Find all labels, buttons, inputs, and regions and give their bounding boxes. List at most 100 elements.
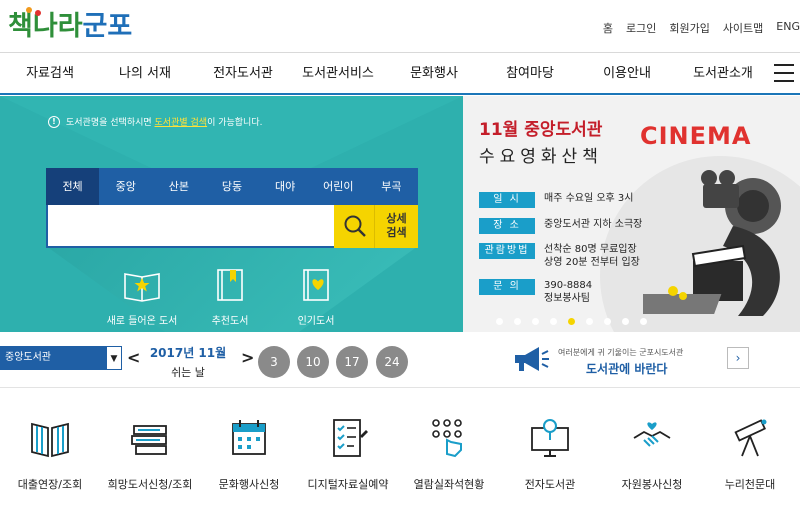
calendar-icon — [232, 420, 266, 455]
nav-item-usage-guide[interactable]: 이용안내 — [577, 53, 677, 94]
banner-dot[interactable] — [622, 318, 629, 325]
banner-info-label: 문 의 — [479, 279, 535, 295]
quick-link-label: 추천도서 — [211, 316, 249, 327]
nav-item-search[interactable]: 자료검색 — [0, 53, 100, 94]
service-digital-reservation[interactable]: 디지털자료실예약 — [300, 416, 396, 492]
search-input[interactable] — [46, 205, 336, 248]
logo-char: 책 — [8, 11, 33, 42]
film-reel-illustration-icon — [643, 170, 781, 316]
join-link[interactable]: 회원가입 — [669, 20, 709, 36]
tab-bugok[interactable]: 부곡 — [365, 168, 418, 205]
book-bookmark-icon — [217, 269, 243, 301]
logo-dot-icon — [26, 7, 32, 13]
info-icon: ! — [48, 115, 60, 128]
logo-dot-icon — [35, 10, 41, 16]
search-notice: ! 도서관명을 선택하시면 도서관별 검색이 가능합니다. — [48, 115, 262, 128]
tab-central[interactable]: 중앙 — [99, 168, 152, 205]
banner-dot[interactable] — [514, 318, 521, 325]
banner-info-label: 일 시 — [479, 192, 535, 208]
books-open-icon — [31, 422, 69, 458]
banner-dot[interactable] — [640, 318, 647, 325]
search-icon — [344, 215, 366, 237]
quick-link-label: 인기도서 — [297, 316, 335, 327]
search-button[interactable] — [334, 205, 374, 248]
service-label: 전자도서관 — [524, 478, 576, 491]
service-loan-extend[interactable]: 대출연장/조회 — [2, 416, 98, 492]
banner-subtitle: 수요영화산책 — [479, 147, 603, 167]
site-logo[interactable]: 책 나 라 군 포 — [8, 7, 132, 45]
service-label: 누리천문대 — [724, 478, 776, 491]
notice-text-post: 이 가능합니다. — [207, 118, 263, 128]
service-label: 대출연장/조회 — [17, 478, 83, 491]
tab-daeya[interactable]: 대야 — [259, 168, 312, 205]
quick-link-recommended[interactable]: 추천도서 — [190, 268, 270, 327]
menu-hamburger-icon[interactable] — [774, 64, 794, 82]
banner-dot-active[interactable] — [568, 318, 575, 325]
home-link[interactable]: 홈 — [603, 20, 613, 36]
chevron-right-button[interactable]: › — [727, 347, 749, 369]
closed-label: 쉬는 날 — [171, 366, 205, 379]
service-volunteer[interactable]: 자원봉사신청 — [604, 416, 700, 492]
nav-item-my-library[interactable]: 나의 서재 — [95, 53, 195, 94]
search-library-tabs: 전체 중앙 산본 당동 대야 어린이 부곡 — [46, 168, 418, 205]
next-month-button[interactable]: > — [241, 348, 254, 367]
top-header: 책 나 라 군 포 홈 로그인 회원가입 사이트맵 ENG — [0, 0, 800, 52]
closed-days-strip: 중앙도서관 ▼ < 2017년 11월 쉬는 날 > 3 10 17 24 여러… — [0, 332, 800, 388]
chevron-down-icon: ▼ — [106, 346, 122, 370]
nav-item-participation[interactable]: 참여마당 — [480, 53, 580, 94]
banner-info-row: 관람방법 선착순 80명 무료입장 상영 20분 전부터 입장 — [479, 243, 640, 269]
checklist-icon — [333, 419, 368, 457]
banner-title: 11월 중앙도서관 — [479, 115, 602, 140]
library-select[interactable]: 중앙도서관 ▼ — [0, 346, 122, 370]
quick-link-new-books[interactable]: 새로 들어온 도서 — [102, 268, 182, 327]
open-book-icon — [124, 273, 160, 302]
closed-day-badge: 10 — [297, 346, 329, 378]
quick-link-popular[interactable]: 인기도서 — [276, 268, 356, 327]
nav-item-cultural-events[interactable]: 문화행사 — [384, 53, 484, 94]
voice-link[interactable]: 도서관에 바란다 — [586, 360, 667, 377]
banner-info-row: 장 소 중앙도서관 지하 소극장 — [479, 218, 642, 234]
library-select-value: 중앙도서관 — [5, 352, 51, 363]
handshake-icon — [633, 422, 671, 447]
logo-char: 포 — [107, 11, 133, 42]
telescope-icon — [734, 419, 767, 457]
tab-dangdong[interactable]: 당동 — [205, 168, 258, 205]
service-ebook-library[interactable]: 전자도서관 — [502, 416, 598, 492]
main-nav: 자료검색 나의 서재 전자도서관 도서관서비스 문화행사 참여마당 이용안내 도… — [0, 52, 800, 95]
banner-dot[interactable] — [550, 318, 557, 325]
nav-item-library-intro[interactable]: 도서관소개 — [673, 53, 773, 94]
tab-sanbon[interactable]: 산본 — [152, 168, 205, 205]
service-culture-apply[interactable]: 문화행사신청 — [201, 416, 297, 492]
service-label: 희망도서신청/조회 — [107, 478, 193, 491]
library-search-link[interactable]: 도서관별 검색 — [155, 118, 208, 128]
service-wish-book[interactable]: 희망도서신청/조회 — [102, 416, 198, 492]
sitemap-link[interactable]: 사이트맵 — [723, 20, 763, 36]
banner-info-label: 장 소 — [479, 218, 535, 234]
nav-item-digital-library[interactable]: 전자도서관 — [193, 53, 293, 94]
advanced-search-button[interactable]: 상세 검색 — [374, 205, 418, 248]
prev-month-button[interactable]: < — [127, 348, 140, 367]
megaphone-icon — [515, 347, 549, 371]
service-label: 디지털자료실예약 — [307, 478, 389, 491]
banner-info-label: 관람방법 — [479, 243, 535, 259]
banner-dot[interactable] — [532, 318, 539, 325]
login-link[interactable]: 로그인 — [626, 20, 656, 36]
event-banner[interactable]: 11월 중앙도서관 수요영화산책 CINEMA 일 시 매주 수요일 오후 3시… — [463, 96, 800, 332]
service-seat-status[interactable]: 열람실좌석현황 — [401, 416, 497, 492]
banner-info-row: 문 의 390-8884 정보봉사팀 — [479, 279, 592, 305]
month-label: 2017년 11월 — [149, 346, 227, 360]
nav-item-library-services[interactable]: 도서관서비스 — [288, 53, 388, 94]
tab-children[interactable]: 어린이 — [312, 168, 365, 205]
tab-all[interactable]: 전체 — [46, 168, 100, 205]
english-link[interactable]: ENG — [776, 20, 800, 36]
banner-dot[interactable] — [496, 318, 503, 325]
banner-library: 중앙도서관 — [524, 120, 603, 140]
banner-dot[interactable] — [604, 318, 611, 325]
service-observatory[interactable]: 누리천문대 — [702, 416, 798, 492]
banner-info-value: 중앙도서관 지하 소극장 — [544, 219, 643, 230]
logo-char: 라 — [57, 11, 83, 42]
banner-dot[interactable] — [586, 318, 593, 325]
book-heart-icon — [303, 269, 329, 301]
closed-day-badge: 24 — [376, 346, 408, 378]
banner-pagination — [496, 318, 647, 325]
